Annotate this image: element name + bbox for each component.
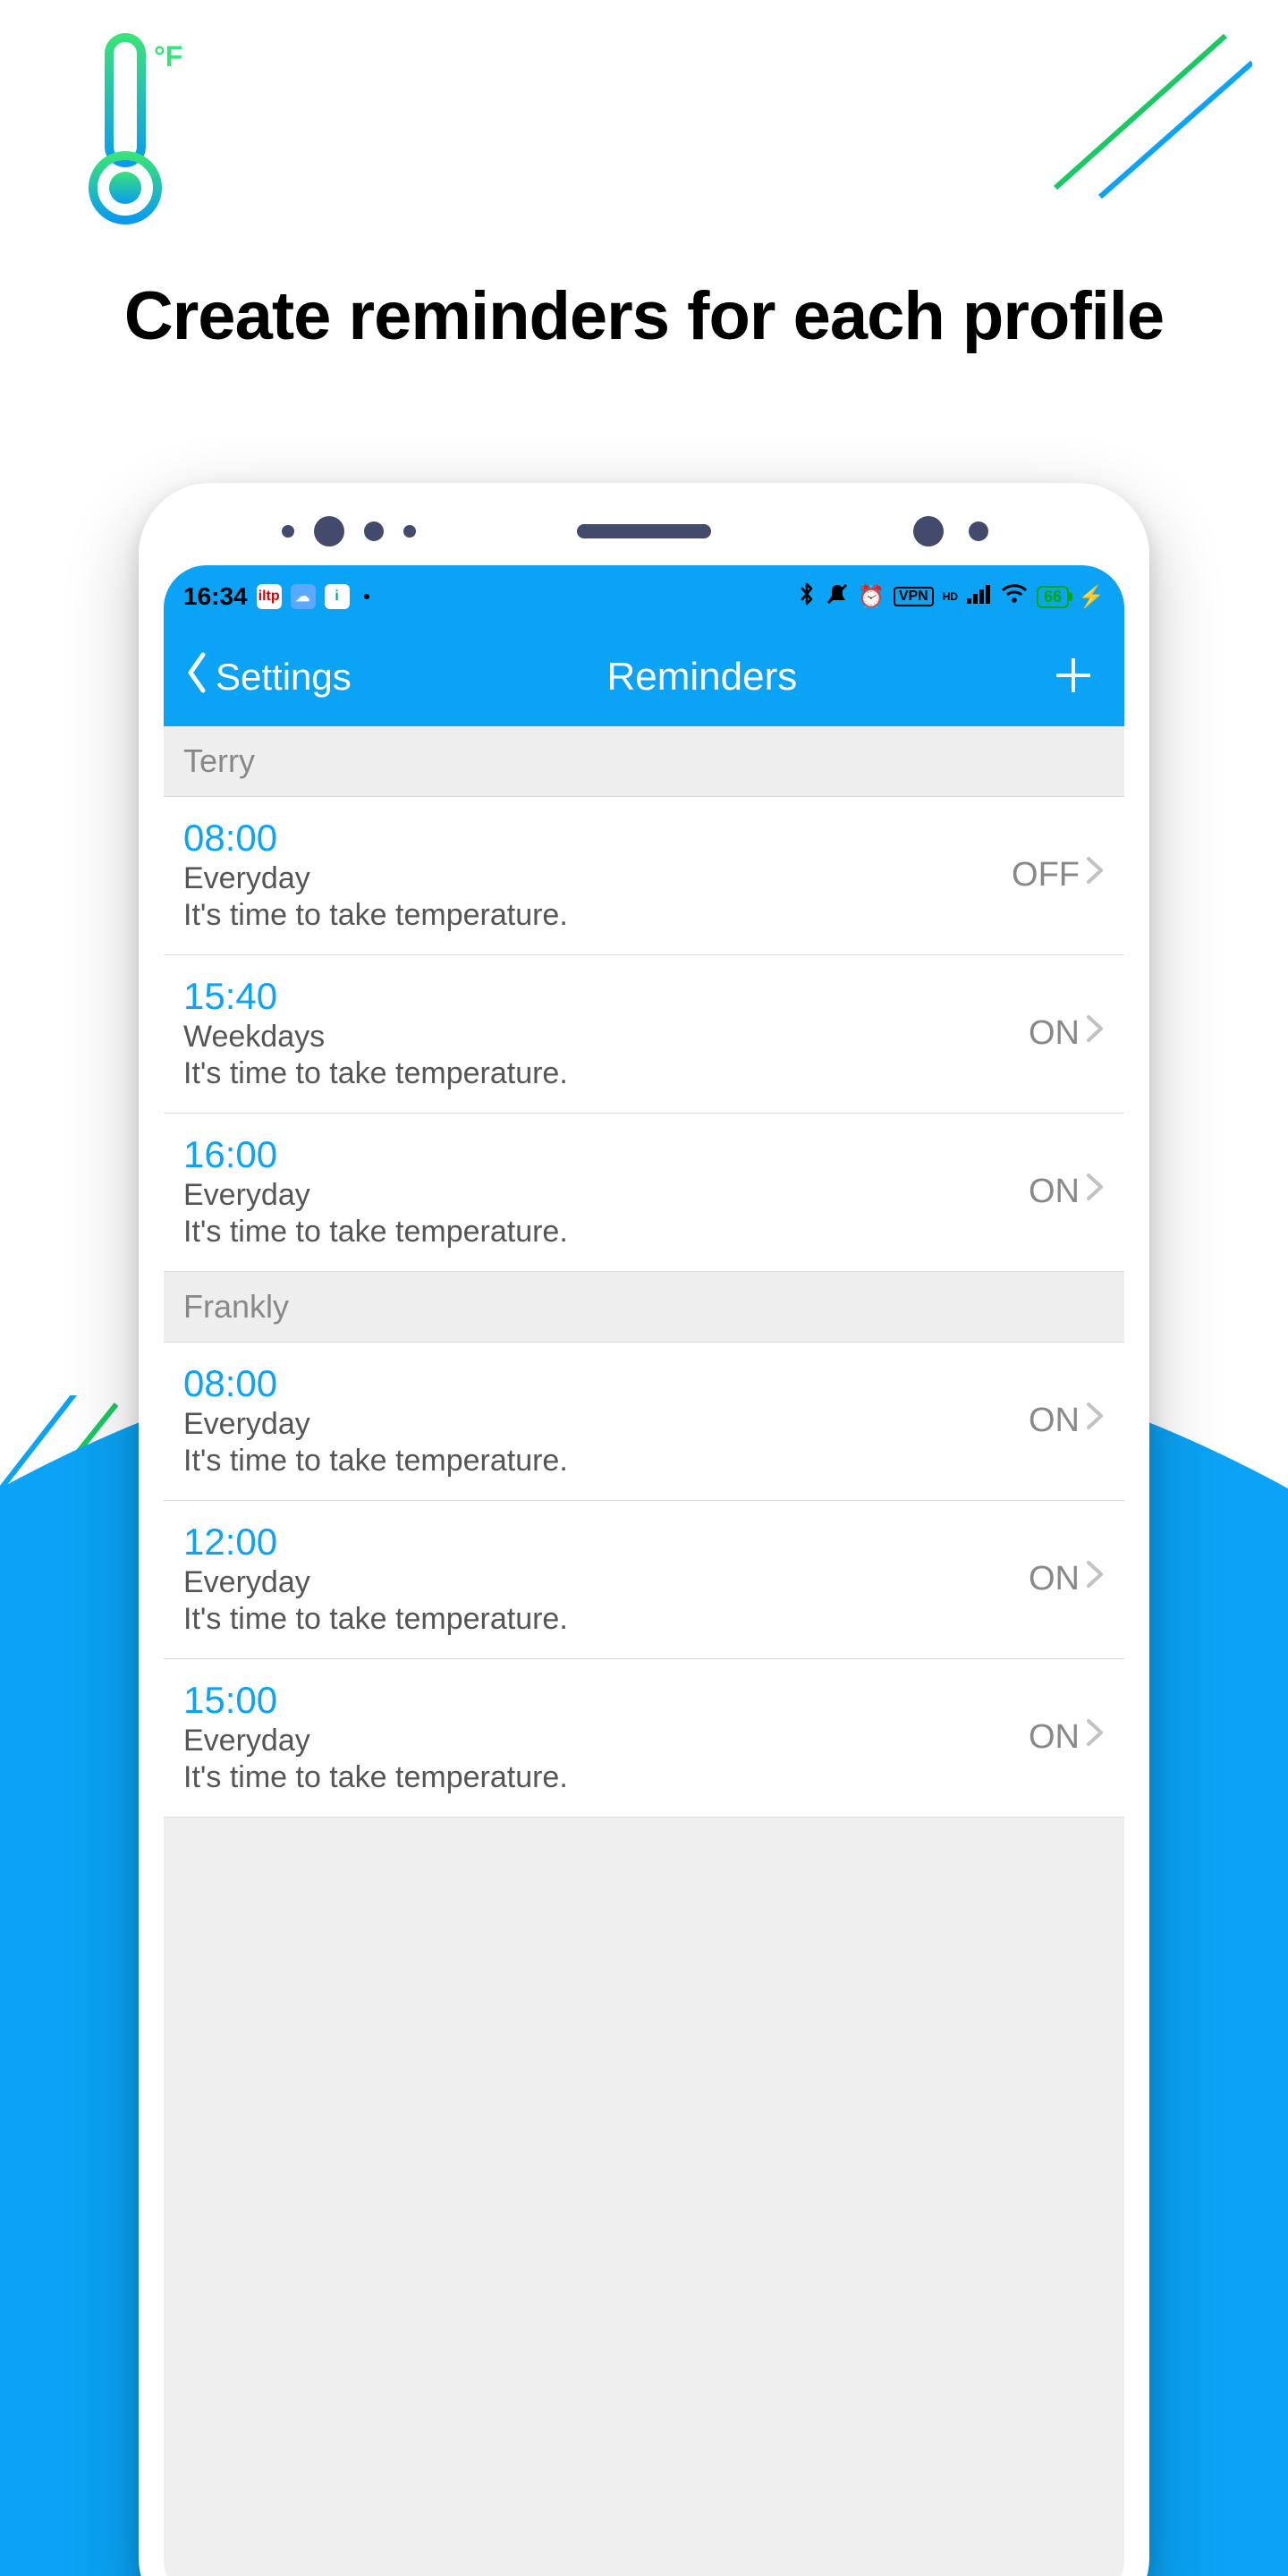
reminder-repeat: Everyday [183,1178,568,1213]
thermometer-logo-icon: °F [72,30,197,232]
vpn-badge: VPN [894,587,934,606]
reminder-state: ON [1029,1718,1080,1757]
phone-top-hardware [139,513,1149,549]
statusbar-app2-icon: i [325,584,350,609]
plus-icon [1053,684,1094,699]
reminder-repeat: Everyday [183,1724,568,1758]
add-button[interactable] [1053,655,1094,700]
page-title: Reminders [607,655,798,699]
reminder-row[interactable]: 08:00 Everyday It's time to take tempera… [164,1343,1124,1501]
chevron-right-icon [1085,1401,1105,1440]
battery-badge: 66 [1037,586,1069,608]
back-label: Settings [216,656,352,699]
reminder-time: 15:40 [183,975,568,1018]
chevron-right-icon [1085,1172,1105,1211]
bluetooth-icon [797,582,817,612]
wifi-icon [1001,584,1028,610]
reminder-state: ON [1029,1014,1080,1053]
reminder-message: It's time to take temperature. [183,1215,568,1250]
section-header: Frankly [164,1272,1124,1343]
reminder-time: 16:00 [183,1133,568,1176]
reminder-row[interactable]: 15:40 Weekdays It's time to take tempera… [164,955,1124,1114]
reminder-message: It's time to take temperature. [183,1602,568,1637]
statusbar-app-icon: iltp [257,584,282,609]
back-button[interactable]: Settings [183,651,352,703]
reminder-time: 08:00 [183,817,568,860]
reminder-repeat: Everyday [183,861,568,896]
reminder-repeat: Weekdays [183,1020,568,1055]
section-header: Terry [164,726,1124,797]
hd-badge: HD [943,590,958,603]
phone-mock: 16:34 iltp ☁ i ⏰ VPN HD [139,483,1149,2576]
reminder-message: It's time to take temperature. [183,1056,568,1091]
reminder-row[interactable]: 08:00 Everyday It's time to take tempera… [164,797,1124,955]
charging-icon: ⚡ [1078,584,1105,610]
reminder-message: It's time to take temperature. [183,898,568,933]
reminder-repeat: Everyday [183,1565,568,1600]
chevron-right-icon [1085,855,1105,894]
page-headline: Create reminders for each profile [0,277,1288,355]
statusbar-weather-icon: ☁ [291,584,316,609]
decor-diag-top [1020,27,1252,206]
statusbar-more-icon [364,594,369,599]
reminder-time: 15:00 [183,1679,568,1722]
reminder-time: 08:00 [183,1362,568,1405]
phone-screen: 16:34 iltp ☁ i ⏰ VPN HD [164,565,1124,2576]
reminder-message: It's time to take temperature. [183,1760,568,1795]
reminder-row[interactable]: 16:00 Everyday It's time to take tempera… [164,1114,1124,1272]
chevron-right-icon [1085,1559,1105,1598]
statusbar-time: 16:34 [183,582,248,611]
signal-icon [967,584,992,610]
chevron-right-icon [1085,1717,1105,1757]
chevron-right-icon [1085,1013,1105,1053]
reminder-message: It's time to take temperature. [183,1444,568,1479]
reminder-state: ON [1029,1560,1080,1598]
alarm-icon: ⏰ [858,584,885,610]
reminder-state: ON [1029,1173,1080,1211]
navbar: Settings Reminders [164,628,1124,726]
statusbar: 16:34 iltp ☁ i ⏰ VPN HD [164,565,1124,628]
reminders-list: Terry 08:00 Everyday It's time to take t… [164,726,1124,1818]
mute-icon [826,582,849,612]
reminder-state: OFF [1012,856,1080,894]
reminder-time: 12:00 [183,1521,568,1563]
reminder-repeat: Everyday [183,1407,568,1442]
chevron-left-icon [183,651,210,703]
reminder-row[interactable]: 15:00 Everyday It's time to take tempera… [164,1659,1124,1818]
logo-unit: °F [154,40,182,72]
reminder-row[interactable]: 12:00 Everyday It's time to take tempera… [164,1501,1124,1659]
reminder-state: ON [1029,1402,1080,1440]
